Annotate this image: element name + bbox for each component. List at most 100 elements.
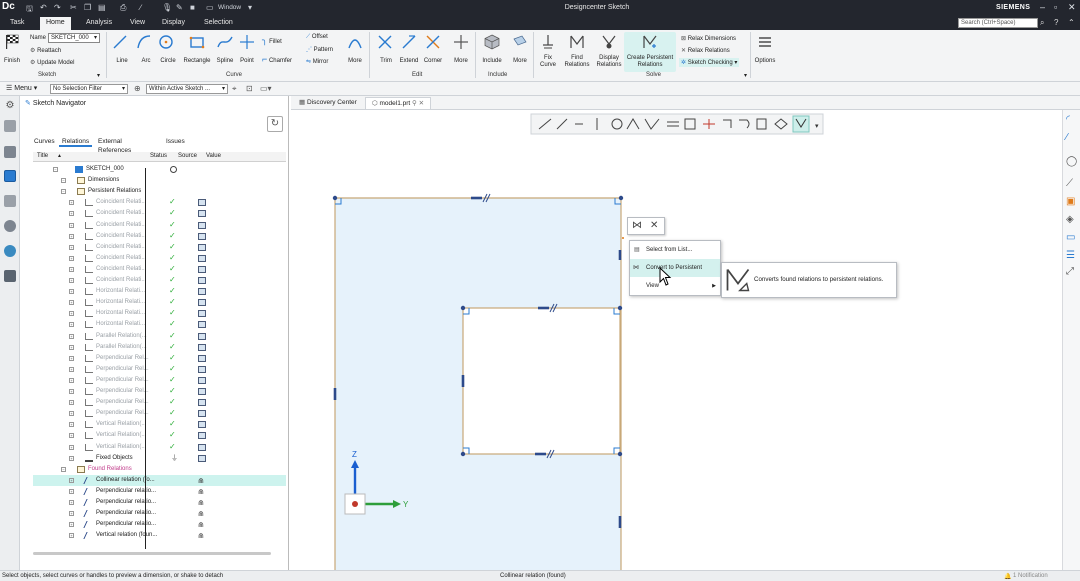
inner-rectangle[interactable]: [462, 307, 621, 455]
mic-icon[interactable]: 🎙: [162, 3, 172, 12]
search-input[interactable]: Search (Ctrl+Space): [958, 18, 1038, 28]
relax-dimensions-button[interactable]: ⊠ Relax Dimensions: [681, 35, 736, 42]
table-row[interactable]: + Coincident Relati... ✓: [33, 197, 286, 208]
trim-button[interactable]: Trim: [376, 34, 396, 64]
minimize-icon[interactable]: –: [1040, 2, 1045, 12]
curve-more-button[interactable]: More: [344, 34, 366, 64]
brush-icon[interactable]: ✎: [176, 3, 183, 12]
expand-toggle-icon[interactable]: +: [69, 433, 74, 439]
line-button[interactable]: Line: [112, 34, 132, 64]
table-row[interactable]: + Perpendicular Rel... ✓: [33, 397, 286, 408]
filter-icon[interactable]: ⊕: [134, 84, 141, 93]
expand-toggle-icon[interactable]: +: [69, 511, 74, 517]
window-icon[interactable]: ▭: [206, 3, 214, 12]
tree-folder[interactable]: − Persistent Relations: [33, 186, 286, 197]
column-source[interactable]: Source: [178, 153, 197, 159]
table-row[interactable]: + Perpendicular Rel... ✓: [33, 408, 286, 419]
notification-bell-icon[interactable]: 🔔: [1004, 573, 1011, 580]
tab-external-references[interactable]: External References: [95, 137, 134, 154]
tree-folder[interactable]: − Dimensions: [33, 175, 286, 186]
column-title[interactable]: Title: [37, 153, 48, 159]
table-row[interactable]: + Coincident Relati... ✓: [33, 242, 286, 253]
circle-button[interactable]: Circle: [158, 34, 178, 64]
table-row[interactable]: + Coincident Relati... ✓: [33, 208, 286, 219]
expand-toggle-icon[interactable]: +: [69, 266, 74, 272]
tab-model1[interactable]: ⬡ model1.prt ⚲ ✕: [365, 97, 432, 109]
select-all-icon[interactable]: ⊡: [246, 84, 253, 93]
table-row[interactable]: + Horizontal Relati... ✓: [33, 286, 286, 297]
table-row[interactable]: + Perpendicular Rel... ✓: [33, 353, 286, 364]
table-row[interactable]: + Coincident Relati... ✓: [33, 220, 286, 231]
help-icon[interactable]: ?: [1054, 18, 1058, 27]
close-icon[interactable]: ✕: [1068, 2, 1076, 13]
tab-relations[interactable]: Relations: [59, 137, 93, 147]
menu-item-select-from-list[interactable]: ▤ Select from List...: [630, 241, 720, 259]
tab-issues[interactable]: Issues: [163, 137, 188, 147]
close-tab-icon[interactable]: ✕: [419, 100, 424, 107]
expand-toggle-icon[interactable]: +: [69, 389, 74, 394]
display-relations-button[interactable]: Display Relations: [594, 34, 624, 69]
expand-toggle-icon[interactable]: +: [69, 322, 74, 328]
table-row[interactable]: + Vertical Relation(... ✓: [33, 442, 286, 453]
column-status[interactable]: Status: [150, 153, 167, 159]
column-value[interactable]: Value: [206, 153, 221, 159]
finish-button[interactable]: Finish: [4, 34, 20, 64]
table-row[interactable]: + Perpendicular relatio... ⋒: [33, 497, 286, 508]
dimension-snap-icon[interactable]: ⟋: [1066, 178, 1073, 189]
expand-toggle-icon[interactable]: −: [61, 189, 66, 195]
menu-item-convert-to-persistent[interactable]: ⋈ Convert to Persistent: [630, 259, 720, 277]
expand-toggle-icon[interactable]: +: [69, 333, 74, 339]
find-relations-button[interactable]: Find Relations: [562, 34, 592, 69]
table-row[interactable]: + Coincident Relati... ✓: [33, 231, 286, 242]
table-row[interactable]: + Vertical relation (foun... ⋒: [33, 530, 286, 541]
settings-gear-icon[interactable]: ⚙: [4, 100, 16, 112]
view-cube-icon[interactable]: ◈: [1066, 214, 1074, 225]
pattern-button[interactable]: ⋰ Pattern: [306, 46, 333, 53]
undo-icon[interactable]: ↶: [40, 3, 47, 12]
search-icon[interactable]: ⌕: [1040, 18, 1044, 28]
print-icon[interactable]: ⎙: [120, 3, 126, 13]
tab-view[interactable]: View: [124, 17, 151, 30]
sketch-name-select[interactable]: SKETCH_000 ▾: [48, 33, 100, 43]
copy-icon[interactable]: ❐: [84, 3, 91, 12]
expand-toggle-icon[interactable]: +: [69, 444, 74, 450]
expand-toggle-icon[interactable]: +: [69, 311, 74, 317]
extend-button[interactable]: Extend: [398, 34, 420, 64]
save-icon[interactable]: 🖫: [26, 3, 33, 17]
offset-button[interactable]: ⟋ Offset: [306, 34, 328, 41]
tab-discovery-center[interactable]: ▦ Discovery Center: [293, 97, 363, 109]
expand-toggle-icon[interactable]: +: [69, 300, 74, 306]
window-menu[interactable]: Window: [218, 4, 241, 11]
spline-button[interactable]: Spline: [214, 34, 236, 64]
expand-toggle-icon[interactable]: +: [69, 411, 74, 417]
circle-snap-icon[interactable]: ◯: [1066, 156, 1077, 167]
table-row[interactable]: + Perpendicular Rel... ✓: [33, 364, 286, 375]
chamfer-button[interactable]: ⌐ Chamfer: [262, 54, 292, 64]
table-row[interactable]: + Coincident Relati... ✓: [33, 264, 286, 275]
table-row[interactable]: + Parallel Relation(... ✓: [33, 342, 286, 353]
paste-icon[interactable]: ▤: [98, 3, 106, 12]
tab-home[interactable]: Home: [40, 17, 71, 30]
expand-toggle-icon[interactable]: +: [69, 233, 74, 239]
horizontal-scrollbar[interactable]: [33, 552, 271, 555]
tab-task[interactable]: Task: [4, 17, 30, 30]
persistent-relation-icon[interactable]: ⋈: [632, 220, 642, 231]
selection-mode-icon[interactable]: ▭▾: [260, 84, 272, 93]
tab-curves[interactable]: Curves: [31, 137, 58, 147]
delete-x-icon[interactable]: ✕: [650, 220, 658, 231]
expand-toggle-icon[interactable]: +: [69, 289, 74, 295]
relax-relations-button[interactable]: ✕ Relax Relations: [681, 47, 730, 54]
cut-icon[interactable]: ✂: [70, 3, 77, 12]
app-logo[interactable]: Dc: [2, 1, 15, 12]
expand-toggle-icon[interactable]: +: [69, 255, 74, 261]
menu-item-view[interactable]: View ▶: [630, 277, 720, 295]
table-row[interactable]: + Perpendicular relatio... ⋒: [33, 508, 286, 519]
assembly-navigator-icon[interactable]: [4, 146, 16, 158]
selection-scope-select[interactable]: Within Active Sketch ... ▾: [146, 84, 228, 94]
arc-snap-icon[interactable]: ◜: [1066, 114, 1070, 125]
edit-more-button[interactable]: More: [450, 34, 472, 64]
table-row[interactable]: + Coincident Relati... ✓: [33, 275, 286, 286]
sort-asc-icon[interactable]: ▲: [57, 153, 62, 159]
expand-toggle-icon[interactable]: +: [69, 244, 74, 250]
chevron-down-icon[interactable]: ▾: [815, 123, 819, 130]
